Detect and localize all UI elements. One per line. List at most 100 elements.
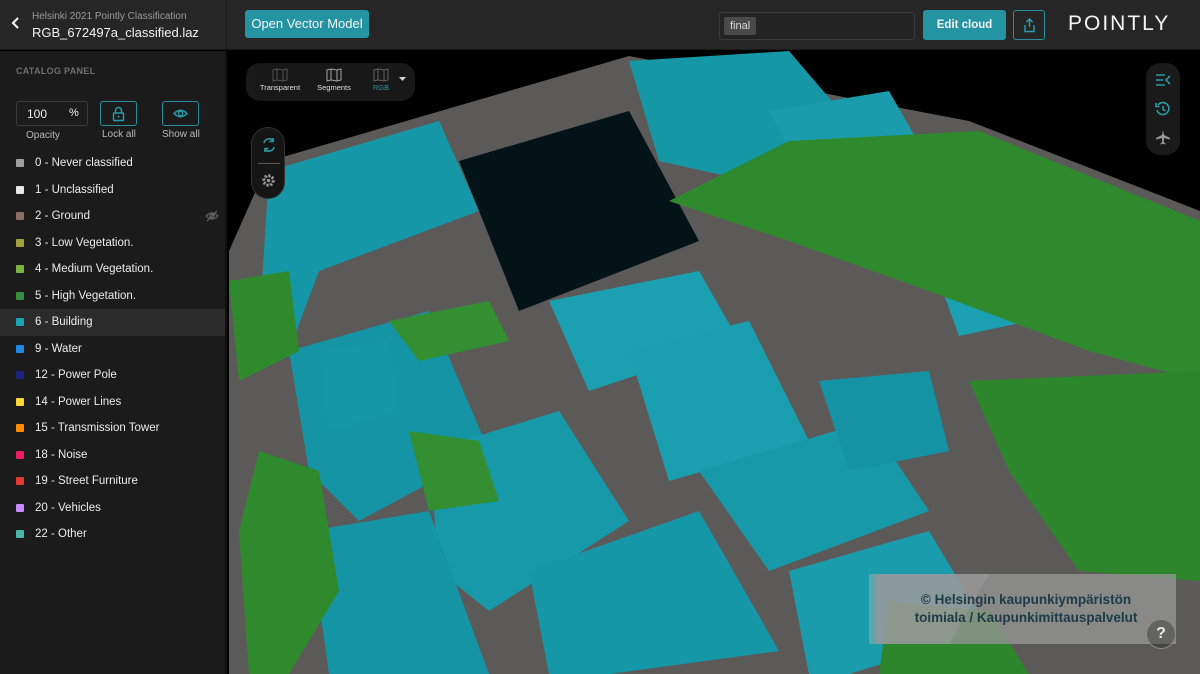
airplane-icon	[1156, 130, 1170, 145]
class-label: 5 - High Vegetation.	[35, 289, 137, 302]
class-item[interactable]: 1 - Unclassified	[0, 177, 225, 204]
catalog-panel: CATALOG PANEL 100 % Opacity Lock all Sho…	[0, 51, 227, 674]
class-label: 22 - Other	[35, 528, 87, 541]
class-color-swatch[interactable]	[16, 265, 24, 274]
show-all-button[interactable]	[162, 101, 199, 126]
class-label: 3 - Low Vegetation.	[35, 236, 134, 249]
copyright-notice: © Helsingin kaupunkiympäristön toimiala …	[876, 574, 1176, 644]
file-name: RGB_672497a_classified.laz	[32, 25, 199, 40]
class-item[interactable]: 4 - Medium Vegetation.	[0, 256, 225, 283]
opacity-input[interactable]: 100 %	[16, 101, 88, 126]
class-color-swatch[interactable]	[16, 397, 24, 406]
class-label: 1 - Unclassified	[35, 183, 114, 196]
divider	[258, 163, 280, 164]
class-item[interactable]: 3 - Low Vegetation.	[0, 230, 225, 257]
eye-off-icon[interactable]	[205, 210, 219, 222]
class-label: 4 - Medium Vegetation.	[35, 263, 154, 276]
class-item[interactable]: 0 - Never classified	[0, 150, 225, 177]
back-button[interactable]	[8, 16, 24, 34]
opacity-label: Opacity	[26, 130, 60, 141]
class-label: 15 - Transmission Tower	[35, 422, 160, 435]
class-label: 19 - Street Furniture	[35, 475, 138, 488]
viz-mode-rgb[interactable]: RGB	[370, 68, 392, 92]
class-color-swatch[interactable]	[16, 159, 24, 168]
edit-cloud-button[interactable]: Edit cloud	[923, 10, 1006, 40]
point-cloud-viewport[interactable]: Transparent Segments RGB © Helsingin kau…	[229, 51, 1200, 674]
catalog-panel-title: CATALOG PANEL	[16, 66, 96, 76]
settings-button[interactable]	[261, 173, 276, 193]
list-collapse-button[interactable]	[1155, 73, 1171, 92]
class-item[interactable]: 18 - Noise	[0, 442, 225, 469]
class-label: 20 - Vehicles	[35, 501, 101, 514]
class-color-swatch[interactable]	[16, 212, 24, 221]
lock-all-label: Lock all	[102, 129, 136, 140]
copyright-line-2: toimiala / Kaupunkimittauspalvelut	[914, 610, 1138, 625]
lock-all-button[interactable]	[100, 101, 137, 126]
history-icon	[1155, 101, 1170, 116]
class-color-swatch[interactable]	[16, 503, 24, 512]
class-label: 9 - Water	[35, 342, 82, 355]
class-item[interactable]: 5 - High Vegetation.	[0, 283, 225, 310]
fly-mode-button[interactable]	[1155, 129, 1171, 150]
show-all-label: Show all	[162, 129, 200, 140]
camera-controls	[251, 127, 285, 199]
logo-text: POINTLY	[1068, 12, 1171, 35]
viz-mode-label: Segments	[317, 83, 351, 92]
class-color-swatch[interactable]	[16, 477, 24, 486]
class-color-swatch[interactable]	[16, 185, 24, 194]
class-item[interactable]: 6 - Building	[0, 309, 225, 336]
class-item[interactable]: 9 - Water	[0, 336, 225, 363]
class-color-swatch[interactable]	[16, 238, 24, 247]
map-icon	[373, 68, 389, 82]
viz-mode-label: RGB	[372, 83, 390, 92]
map-icon	[326, 68, 342, 82]
chevron-left-icon	[11, 17, 19, 29]
class-color-swatch[interactable]	[16, 450, 24, 459]
class-item[interactable]: 19 - Street Furniture	[0, 468, 225, 495]
top-bar: Helsinki 2021 Pointly Classification RGB…	[0, 0, 1200, 50]
opacity-value: 100	[27, 107, 48, 121]
right-toolbar	[1146, 63, 1180, 155]
pointly-logo: POINTLY	[1068, 11, 1170, 37]
gear-icon	[262, 174, 275, 187]
rotate-icon	[263, 138, 275, 152]
version-selector[interactable]: final	[719, 12, 915, 40]
history-button[interactable]	[1155, 101, 1171, 122]
class-item[interactable]: 12 - Power Pole	[0, 362, 225, 389]
class-label: 18 - Noise	[35, 448, 88, 461]
class-item[interactable]: 22 - Other	[0, 521, 225, 548]
class-color-swatch[interactable]	[16, 344, 24, 353]
class-label: 14 - Power Lines	[35, 395, 122, 408]
open-vector-model-button[interactable]: Open Vector Model	[245, 10, 369, 38]
class-item[interactable]: 14 - Power Lines	[0, 389, 225, 416]
class-item[interactable]: 2 - Ground	[0, 203, 225, 230]
class-item[interactable]: 15 - Transmission Tower	[0, 415, 225, 442]
share-button[interactable]	[1013, 10, 1045, 40]
class-color-swatch[interactable]	[16, 530, 24, 539]
version-tag: final	[724, 17, 757, 35]
class-item[interactable]: 20 - Vehicles	[0, 495, 225, 522]
class-label: 12 - Power Pole	[35, 369, 117, 382]
class-label: 2 - Ground	[35, 210, 90, 223]
copyright-line-1: © Helsingin kaupunkiympäristön	[920, 592, 1132, 607]
viz-mode-dropdown[interactable]	[399, 75, 406, 84]
class-label: 0 - Never classified	[35, 157, 133, 170]
viz-mode-segments[interactable]: Segments	[314, 68, 354, 92]
project-header: Helsinki 2021 Pointly Classification RGB…	[0, 0, 227, 50]
caret-down-icon	[399, 77, 406, 81]
viz-mode-transparent[interactable]: Transparent	[256, 68, 304, 92]
rotate-button[interactable]	[261, 137, 277, 158]
class-color-swatch[interactable]	[16, 424, 24, 433]
share-icon	[1024, 18, 1035, 33]
class-color-swatch[interactable]	[16, 291, 24, 300]
menu-collapse-icon	[1156, 74, 1171, 86]
map-icon	[272, 68, 288, 82]
opacity-unit: %	[69, 107, 79, 119]
visualization-mode-toolbar: Transparent Segments RGB	[246, 63, 415, 101]
viz-mode-label: Transparent	[259, 83, 301, 92]
class-list: 0 - Never classified 1 - Unclassified 2 - …	[0, 150, 225, 548]
lock-icon	[112, 106, 125, 122]
help-button[interactable]: ?	[1146, 619, 1176, 649]
class-color-swatch[interactable]	[16, 318, 24, 327]
class-color-swatch[interactable]	[16, 371, 24, 380]
